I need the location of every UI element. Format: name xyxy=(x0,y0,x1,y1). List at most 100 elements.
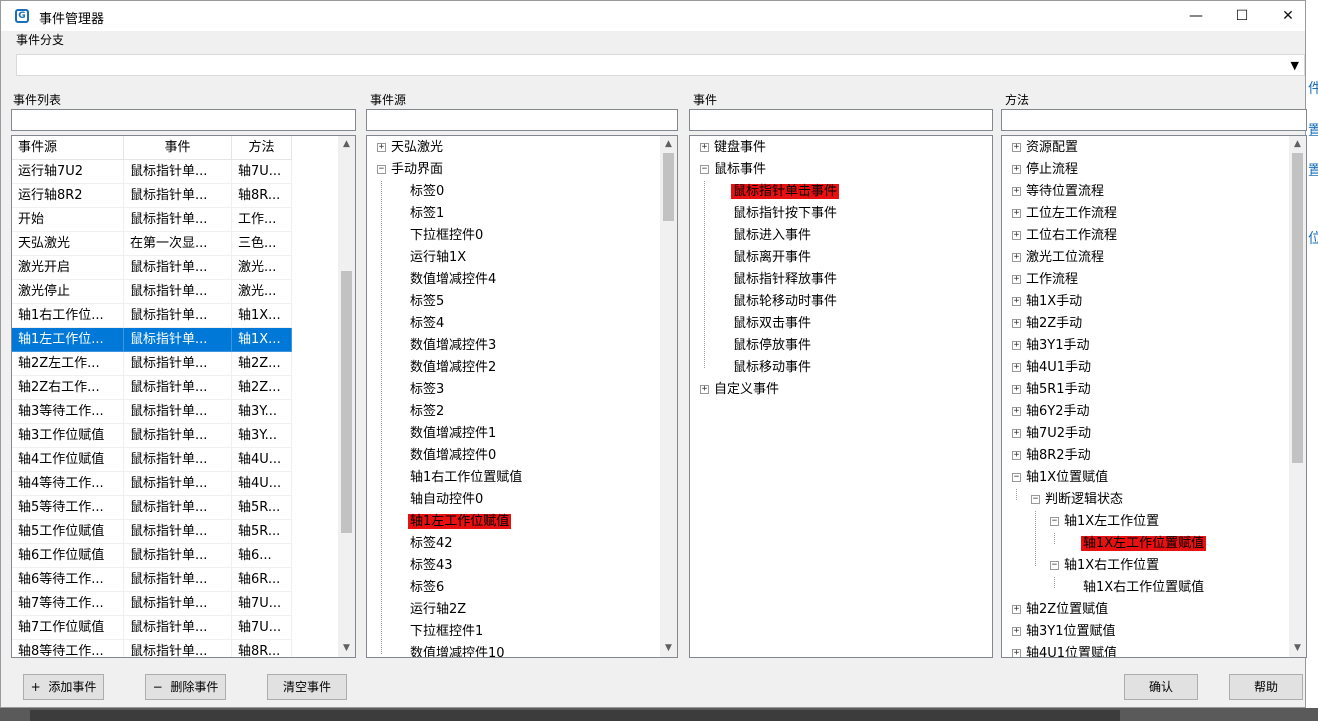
tree-node[interactable]: 数值增减控件1 xyxy=(408,424,498,444)
tree-node[interactable]: 轴2Z位置赋值 xyxy=(1024,600,1110,620)
tree-node[interactable]: 标签42 xyxy=(408,534,455,554)
minimize-button[interactable]: — xyxy=(1173,1,1219,31)
expand-icon[interactable]: + xyxy=(1012,407,1021,416)
help-button[interactable]: 帮助 xyxy=(1229,674,1303,700)
tree-node[interactable]: 自定义事件 xyxy=(712,380,781,400)
table-row[interactable]: 轴4等待工作... 鼠标指针单... 轴4U... xyxy=(12,472,292,496)
expand-icon[interactable]: + xyxy=(1012,363,1021,372)
tree-node[interactable]: 轴1X位置赋值 xyxy=(1024,468,1110,488)
expand-icon[interactable]: + xyxy=(1012,605,1021,614)
tree-node[interactable]: 数值增减控件4 xyxy=(408,270,498,290)
expand-icon[interactable]: + xyxy=(1012,319,1021,328)
tree-node[interactable]: 鼠标指针单击事件 xyxy=(731,182,840,202)
collapse-icon[interactable]: − xyxy=(1031,495,1040,504)
table-row[interactable]: 轴2Z右工作... 鼠标指针单... 轴2Z... xyxy=(12,376,292,400)
expand-icon[interactable]: + xyxy=(1012,209,1021,218)
tree-node[interactable]: 数值增减控件3 xyxy=(408,336,498,356)
tree-node[interactable]: 标签5 xyxy=(408,292,446,312)
table-row[interactable]: 轴3等待工作... 鼠标指针单... 轴3Y... xyxy=(12,400,292,424)
scroll-up-icon[interactable]: ▲ xyxy=(338,136,355,153)
event-list-filter-input[interactable] xyxy=(11,109,356,131)
events-filter-input[interactable] xyxy=(689,109,993,131)
tree-node[interactable]: 运行轴1X xyxy=(408,248,468,268)
tree-node[interactable]: 轴4U1手动 xyxy=(1024,358,1093,378)
tree-node[interactable]: 轴自动控件0 xyxy=(408,490,485,510)
tree-node[interactable]: 轴6Y2手动 xyxy=(1024,402,1091,422)
tree-node[interactable]: 判断逻辑状态 xyxy=(1043,490,1125,510)
clear-events-button[interactable]: 清空事件 xyxy=(267,674,347,700)
maximize-button[interactable]: ☐ xyxy=(1219,1,1265,31)
table-row[interactable]: 轴6等待工作... 鼠标指针单... 轴6R... xyxy=(12,568,292,592)
tree-node[interactable]: 标签0 xyxy=(408,182,446,202)
expand-icon[interactable]: + xyxy=(700,143,709,152)
tree-node[interactable]: 数值增减控件10 xyxy=(408,644,507,657)
column-header-source[interactable]: 事件源 xyxy=(12,136,124,160)
expand-icon[interactable]: + xyxy=(1012,275,1021,284)
delete-event-button[interactable]: − 删除事件 xyxy=(145,674,226,700)
branch-dropdown[interactable]: ▼ xyxy=(16,54,1305,76)
expand-icon[interactable]: + xyxy=(700,385,709,394)
tree-node[interactable]: 标签6 xyxy=(408,578,446,598)
methods-scrollbar[interactable]: ▲ ▼ xyxy=(1289,136,1306,657)
table-row[interactable]: 轴8等待工作... 鼠标指针单... 轴8R... xyxy=(12,640,292,657)
table-row[interactable]: 轴1左工作位... 鼠标指针单... 轴1X... xyxy=(12,328,292,352)
methods-filter-input[interactable] xyxy=(1001,109,1307,131)
table-row[interactable]: 轴7工作位赋值 鼠标指针单... 轴7U... xyxy=(12,616,292,640)
expand-icon[interactable]: + xyxy=(1012,341,1021,350)
column-header-event[interactable]: 事件 xyxy=(124,136,232,160)
scroll-thumb[interactable] xyxy=(663,153,674,221)
source-scrollbar[interactable]: ▲ ▼ xyxy=(660,136,677,657)
tree-node[interactable]: 鼠标离开事件 xyxy=(731,248,813,268)
expand-icon[interactable]: + xyxy=(1012,165,1021,174)
tree-node[interactable]: 轴1右工作位置赋值 xyxy=(408,468,524,488)
table-row[interactable]: 天弘激光 在第一次显... 三色... xyxy=(12,232,292,256)
table-row[interactable]: 运行轴8R2 鼠标指针单... 轴8R... xyxy=(12,184,292,208)
tree-node[interactable]: 数值增减控件2 xyxy=(408,358,498,378)
tree-node[interactable]: 天弘激光 xyxy=(389,138,445,158)
tree-node[interactable]: 轴7U2手动 xyxy=(1024,424,1093,444)
tree-node[interactable]: 激光工位流程 xyxy=(1024,248,1106,268)
table-row[interactable]: 运行轴7U2 鼠标指针单... 轴7U... xyxy=(12,160,292,184)
scroll-up-icon[interactable]: ▲ xyxy=(660,136,677,153)
tree-node[interactable]: 鼠标事件 xyxy=(712,160,768,180)
expand-icon[interactable]: + xyxy=(377,143,386,152)
tree-node[interactable]: 鼠标轮移动时事件 xyxy=(731,292,839,312)
tree-node[interactable]: 轴4U1位置赋值 xyxy=(1024,644,1119,657)
collapse-icon[interactable]: − xyxy=(377,165,386,174)
collapse-icon[interactable]: − xyxy=(1050,561,1059,570)
tree-node[interactable]: 轴3Y1位置赋值 xyxy=(1024,622,1117,642)
table-row[interactable]: 激光停止 鼠标指针单... 激光... xyxy=(12,280,292,304)
expand-icon[interactable]: + xyxy=(1012,429,1021,438)
tree-node[interactable]: 标签3 xyxy=(408,380,446,400)
tree-node[interactable]: 鼠标指针按下事件 xyxy=(731,204,839,224)
table-row[interactable]: 轴5等待工作... 鼠标指针单... 轴5R... xyxy=(12,496,292,520)
tree-node[interactable]: 等待位置流程 xyxy=(1024,182,1106,202)
collapse-icon[interactable]: − xyxy=(700,165,709,174)
chevron-down-icon[interactable]: ▼ xyxy=(1291,59,1299,72)
tree-node[interactable]: 轴1X手动 xyxy=(1024,292,1084,312)
scroll-down-icon[interactable]: ▼ xyxy=(338,640,355,657)
tree-node[interactable]: 轴1X左工作位置 xyxy=(1062,512,1161,532)
expand-icon[interactable]: + xyxy=(1012,627,1021,636)
confirm-button[interactable]: 确认 xyxy=(1124,674,1198,700)
tree-node[interactable]: 轴1X右工作位置 xyxy=(1062,556,1161,576)
table-row[interactable]: 开始 鼠标指针单... 工作... xyxy=(12,208,292,232)
expand-icon[interactable]: + xyxy=(1012,649,1021,657)
tree-node[interactable]: 轴1X左工作位置赋值 xyxy=(1081,534,1207,554)
tree-node[interactable]: 鼠标指针释放事件 xyxy=(731,270,839,290)
collapse-icon[interactable]: − xyxy=(1050,517,1059,526)
table-row[interactable]: 轴7等待工作... 鼠标指针单... 轴7U... xyxy=(12,592,292,616)
tree-node[interactable]: 工位左工作流程 xyxy=(1024,204,1119,224)
scroll-down-icon[interactable]: ▼ xyxy=(1289,640,1306,657)
close-button[interactable]: ✕ xyxy=(1265,1,1311,31)
expand-icon[interactable]: + xyxy=(1012,231,1021,240)
tree-node[interactable]: 轴2Z手动 xyxy=(1024,314,1084,334)
expand-icon[interactable]: + xyxy=(1012,451,1021,460)
tree-node[interactable]: 轴3Y1手动 xyxy=(1024,336,1091,356)
tree-node[interactable]: 鼠标进入事件 xyxy=(731,226,813,246)
tree-node[interactable]: 标签4 xyxy=(408,314,446,334)
tree-node[interactable]: 轴1左工作位赋值 xyxy=(408,512,512,532)
tree-node[interactable]: 标签43 xyxy=(408,556,455,576)
tree-node[interactable]: 键盘事件 xyxy=(712,138,768,158)
table-row[interactable]: 轴5工作位赋值 鼠标指针单... 轴5R... xyxy=(12,520,292,544)
